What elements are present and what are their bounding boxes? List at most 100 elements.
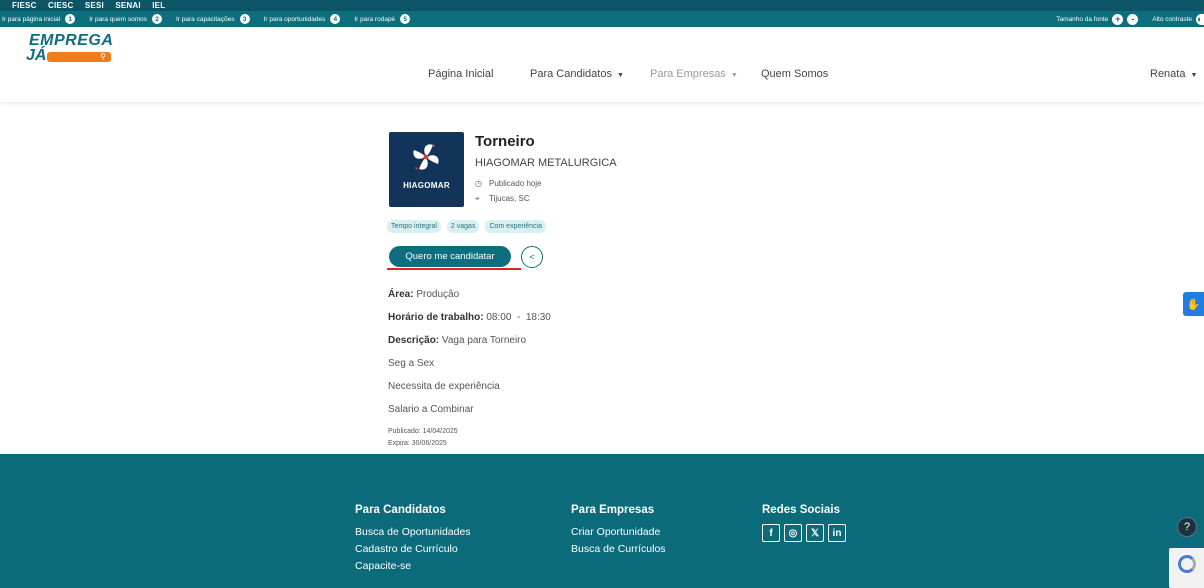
shortcut-number-badge: 5 <box>400 14 411 24</box>
logo-text-ja: JÁ <box>26 47 47 64</box>
site-footer: Para Candidatos Busca de Oportunidades C… <box>0 454 1204 588</box>
font-increase-button[interactable]: + <box>1112 13 1124 25</box>
shortcut-number-badge: 3 <box>239 14 250 24</box>
chevron-down-icon: ▼ <box>1190 72 1198 79</box>
shortcut-number-badge: 2 <box>152 14 162 24</box>
description-detail: Seg a Sex <box>388 358 435 369</box>
skip-link-label: Ir para quem somos <box>89 15 147 23</box>
hours-line: Horário de trabalho: 08:00 - 18:30 <box>388 312 551 323</box>
area-value: Produção <box>416 289 460 300</box>
nav-about[interactable]: Quem Somos <box>761 68 828 80</box>
footer-social: Redes Sociais f ◎ 𝕏 in <box>762 504 850 542</box>
facebook-icon[interactable]: f <box>762 524 780 542</box>
job-tags: Tempo integral 2 vagas Com experiência <box>387 220 552 233</box>
nav-candidates-label: Para Candidatos <box>530 68 612 80</box>
skip-links: Ir para página inicial 1 Ir para quem som… <box>2 11 424 27</box>
company-logo-symbol <box>413 144 439 170</box>
footer-social-title: Redes Sociais <box>762 504 840 516</box>
user-menu[interactable]: Renata ▼ <box>1150 68 1197 80</box>
contrast-toggle-icon[interactable]: ◐ <box>1196 13 1204 25</box>
accessibility-controls: Tamanho da fonte + - Alto contraste ◐ <box>1056 11 1204 27</box>
search-icon: ⚲ <box>100 52 106 61</box>
footer-link-search-opportunities[interactable]: Busca de Oportunidades <box>355 524 471 541</box>
brand-senai[interactable]: SENAI <box>115 1 140 10</box>
description-value: Vaga para Torneiro <box>441 335 527 346</box>
linkedin-icon[interactable]: in <box>828 524 846 542</box>
hours-label: Horário de trabalho: <box>388 312 484 323</box>
footer-link-resume[interactable]: Cadastro de Currículo <box>355 541 471 558</box>
published-date: Publicado: 14/04/2025 <box>388 428 458 435</box>
share-icon[interactable]: < <box>521 246 543 268</box>
company-logo: HIAGOMAR <box>389 132 464 207</box>
apply-button[interactable]: Quero me candidatar <box>389 246 511 267</box>
nav-candidates[interactable]: Para Candidatos ▼ <box>530 68 624 80</box>
tag-experience: Com experiência <box>485 220 546 233</box>
skip-link-training[interactable]: Ir para capacitações 3 <box>176 14 250 24</box>
published-label: Publicado hoje <box>489 179 542 188</box>
font-size-label: Tamanho da fonte <box>1056 15 1109 23</box>
institutional-bar: FIESC CIESC SESI SENAI IEL <box>0 0 1204 11</box>
brand-sesi[interactable]: SESI <box>85 1 104 10</box>
shortcut-number-badge: 4 <box>330 14 341 24</box>
footer-link-training[interactable]: Capacite-se <box>355 558 471 575</box>
skip-link-home[interactable]: Ir para página inicial 1 <box>2 14 76 24</box>
font-decrease-button[interactable]: - <box>1127 13 1139 25</box>
skip-link-label: Ir para capacitações <box>176 15 235 23</box>
skip-link-label: Ir para página inicial <box>2 15 61 23</box>
tag-contract-type: Tempo integral <box>387 220 441 233</box>
skip-link-footer[interactable]: Ir para rodapé 5 <box>354 14 411 24</box>
clock-icon: ◷ <box>475 179 482 188</box>
recaptcha-badge[interactable] <box>1169 548 1204 588</box>
skip-link-label: Ir para oportunidades <box>263 15 326 23</box>
tag-vacancies: 2 vagas <box>446 220 480 233</box>
footer-link-create-opportunity[interactable]: Criar Oportunidade <box>571 524 666 541</box>
x-icon[interactable]: 𝕏 <box>806 524 824 542</box>
user-name: Renata <box>1150 68 1186 80</box>
chevron-down-icon: ▼ <box>730 72 738 79</box>
emprega-ja-logo[interactable]: EMPREGA JÁ ⚲ <box>26 32 116 66</box>
skip-link-about[interactable]: Ir para quem somos 2 <box>89 14 162 24</box>
brand-fiesc[interactable]: FIESC <box>12 1 37 10</box>
published-meta: ◷ Publicado hoje <box>475 179 541 188</box>
area-label: Área: <box>388 289 414 300</box>
logo-search-bar: ⚲ <box>47 52 111 62</box>
shortcut-number-badge: 1 <box>65 14 76 24</box>
skip-link-label: Ir para rodapé <box>354 15 396 23</box>
description-detail: Salario a Combinar <box>388 404 474 415</box>
nav-companies-label: Para Empresas <box>650 68 726 80</box>
accessibility-bar: Ir para página inicial 1 Ir para quem som… <box>0 11 1204 27</box>
social-links: f ◎ 𝕏 in <box>762 524 850 542</box>
footer-companies: Para Empresas Criar Oportunidade Busca d… <box>571 504 666 558</box>
nav-home[interactable]: Página Inicial <box>428 68 493 80</box>
footer-candidates-title: Para Candidatos <box>355 504 446 516</box>
chevron-down-icon: ▼ <box>616 72 624 79</box>
footer-companies-title: Para Empresas <box>571 504 655 516</box>
area-line: Área: Produção <box>388 289 459 300</box>
location-meta: ⌖ Tijucas, SC <box>475 194 530 203</box>
main-header <box>0 27 1204 102</box>
hours-value: 08:00 - 18:30 <box>486 312 551 323</box>
main-nav: Página Inicial Para Candidatos ▼ Para Emp… <box>0 68 1204 82</box>
instagram-icon[interactable]: ◎ <box>784 524 802 542</box>
brand-ciesc[interactable]: CIESC <box>48 1 73 10</box>
company-logo-text: HIAGOMAR <box>403 181 450 190</box>
nav-companies[interactable]: Para Empresas ▼ <box>650 68 738 80</box>
location-label: Tijucas, SC <box>489 194 530 203</box>
location-pin-icon: ⌖ <box>475 194 480 203</box>
institutional-brands: FIESC CIESC SESI SENAI IEL <box>12 0 174 11</box>
contrast-label: Alto contraste <box>1152 15 1192 23</box>
description-label: Descrição: <box>388 335 440 346</box>
description-line: Descrição: Vaga para Torneiro <box>388 335 526 346</box>
help-icon[interactable]: ? <box>1177 517 1197 537</box>
skip-link-opportunities[interactable]: Ir para oportunidades 4 <box>264 14 341 24</box>
sign-language-icon[interactable]: ✋ <box>1183 292 1204 316</box>
brand-iel[interactable]: IEL <box>152 1 165 10</box>
footer-candidates: Para Candidatos Busca de Oportunidades C… <box>355 504 471 575</box>
expires-date: Expira: 30/06/2025 <box>388 440 447 447</box>
apply-highlight-underline <box>387 268 521 270</box>
recaptcha-icon <box>1178 555 1196 573</box>
job-title: Torneiro <box>475 133 535 150</box>
footer-link-search-resumes[interactable]: Busca de Currículos <box>571 541 666 558</box>
description-detail: Necessita de experiência <box>388 381 500 392</box>
company-name: HIAGOMAR METALURGICA <box>475 157 617 169</box>
